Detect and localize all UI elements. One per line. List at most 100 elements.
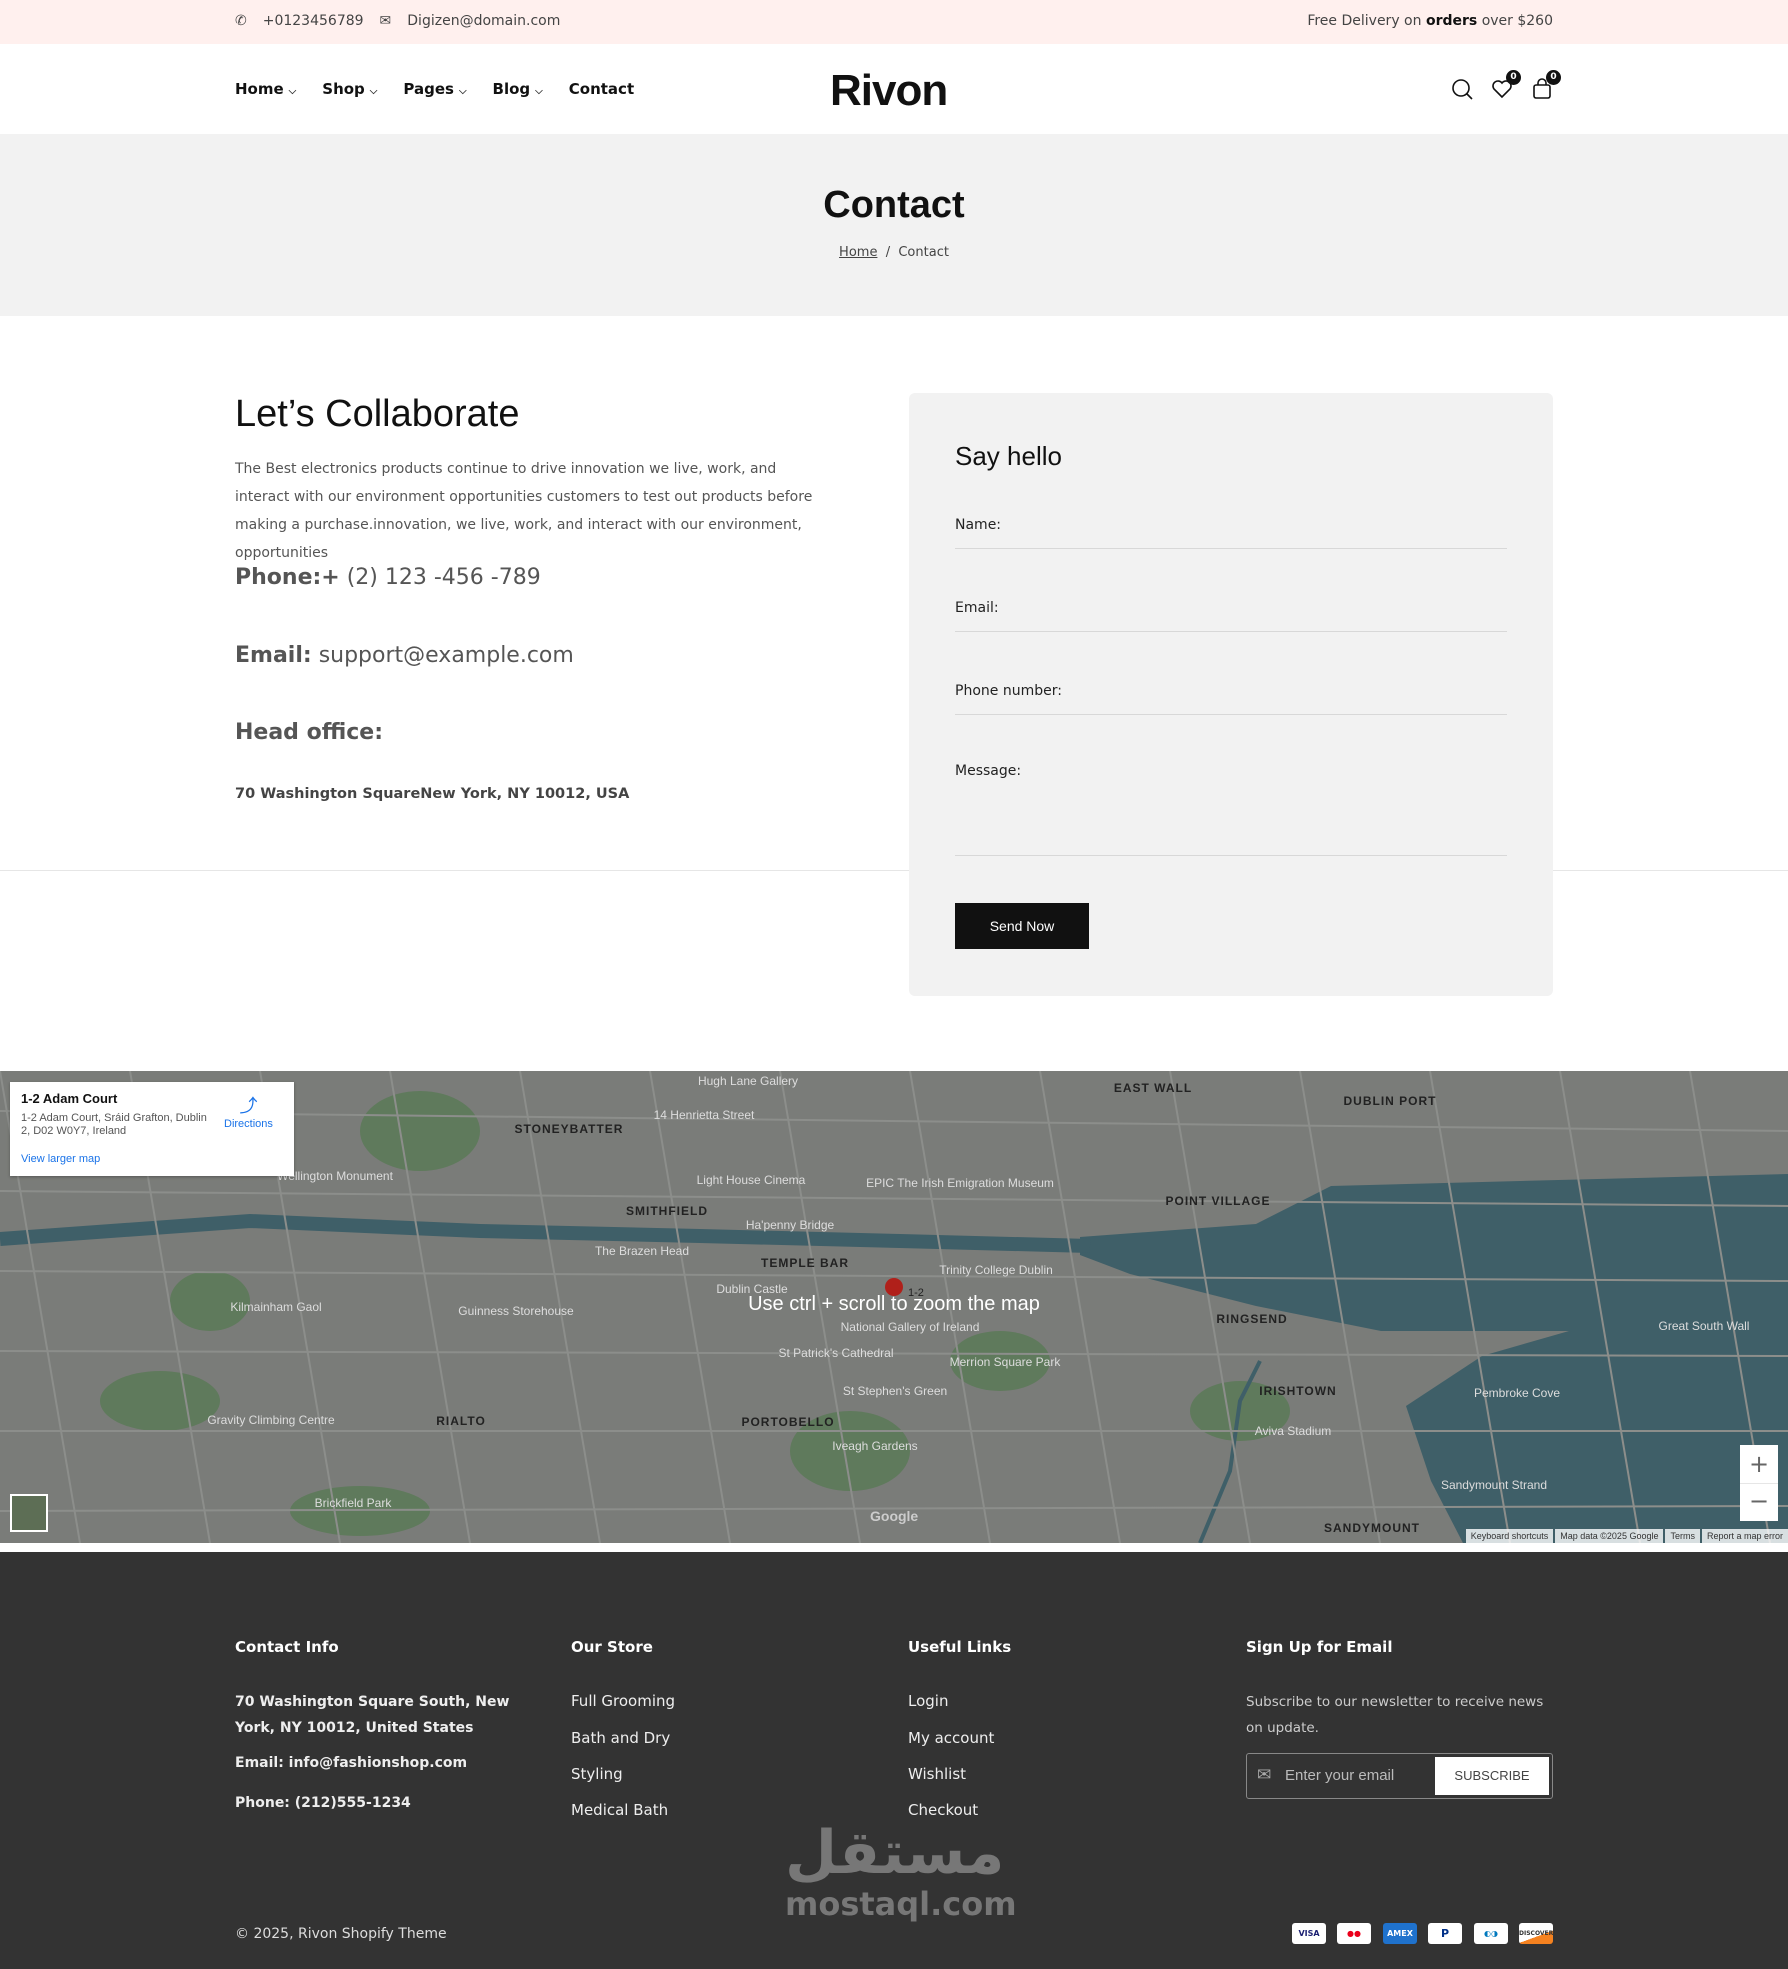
terms-link[interactable]: Terms: [1665, 1529, 1700, 1543]
map-label: Trinity College Dublin: [939, 1263, 1053, 1277]
message-field[interactable]: Message:: [955, 763, 1507, 856]
map-label: Wellington Monument: [277, 1169, 394, 1183]
map-label: Hugh Lane Gallery: [698, 1074, 798, 1088]
zoom-in-button[interactable]: +: [1740, 1445, 1778, 1483]
delivery-notice: Free Delivery on orders over $260: [1307, 13, 1553, 29]
footer-links-title: Useful Links: [908, 1638, 1012, 1656]
nav-label: Contact: [568, 80, 635, 98]
field-label: Message:: [955, 763, 1022, 779]
intro-paragraph: The Best electronics products continue t…: [235, 461, 813, 561]
footer-link-checkout[interactable]: Checkout: [908, 1801, 978, 1819]
nav-contact[interactable]: Contact: [569, 80, 634, 98]
mastercard-icon: ●●: [1337, 1923, 1371, 1944]
map-label: STONEYBATTER: [515, 1122, 624, 1136]
footer-link-account[interactable]: My account: [908, 1729, 994, 1747]
footer-store-link[interactable]: Medical Bath: [571, 1801, 668, 1819]
nav-home[interactable]: Home ⌵: [235, 80, 296, 98]
keyboard-shortcuts-link[interactable]: Keyboard shortcuts: [1465, 1529, 1554, 1543]
nav-pages[interactable]: Pages ⌵: [403, 80, 466, 98]
map-label: Great South Wall: [1659, 1319, 1750, 1333]
topbar-phone[interactable]: +0123456789: [263, 13, 364, 29]
nav-label: Shop: [322, 80, 365, 98]
footer: Contact Info 70 Washington Square South,…: [0, 1552, 1788, 1969]
email-label: Email:: [235, 643, 312, 668]
delivery-prefix: Free Delivery on: [1307, 13, 1422, 29]
logo[interactable]: Rivon: [830, 66, 948, 116]
email-info: Email: support@example.com: [235, 643, 574, 668]
office-info: Head office:: [235, 720, 383, 745]
map-label: SMITHFIELD: [626, 1204, 708, 1218]
page-title: Contact: [823, 184, 965, 226]
mail-icon: ✉: [379, 13, 392, 29]
nav-blog[interactable]: Blog ⌵: [493, 80, 543, 98]
breadcrumb: Home / Contact: [0, 245, 1788, 260]
directions-label: Directions: [224, 1118, 273, 1130]
office-address: 70 Washington SquareNew York, NY 10012, …: [235, 786, 630, 802]
footer-store-link[interactable]: Styling: [571, 1765, 623, 1783]
map-label: St Stephen's Green: [843, 1384, 947, 1398]
footer-store-link[interactable]: Full Grooming: [571, 1692, 675, 1710]
phone-icon: ✆: [235, 13, 247, 29]
map-label: DUBLIN PORT: [1344, 1094, 1437, 1108]
watermark-arabic: مستقل: [785, 1818, 1005, 1888]
directions-button[interactable]: ⤴ Directions: [224, 1092, 273, 1130]
mail-icon: ✉: [1257, 1765, 1272, 1785]
main-nav: Home ⌵ Shop ⌵ Pages ⌵ Blog ⌵ Contact: [235, 80, 634, 98]
office-label: Head office:: [235, 720, 383, 745]
search-icon[interactable]: [1451, 78, 1473, 100]
chevron-down-icon: ⌵: [369, 86, 378, 97]
footer-store-link[interactable]: Bath and Dry: [571, 1729, 670, 1747]
map-label: Iveagh Gardens: [832, 1439, 917, 1453]
footer-email[interactable]: Email: info@fashionshop.com: [235, 1755, 467, 1771]
map-label: The Brazen Head: [595, 1244, 689, 1258]
satellite-toggle[interactable]: [10, 1494, 48, 1532]
directions-icon: ⤴: [239, 1096, 258, 1116]
map-embed[interactable]: EAST WALL DUBLIN PORT STONEYBATTER SMITHFIE…: [0, 1071, 1788, 1543]
breadcrumb-sep: /: [885, 245, 891, 260]
phone-label: Phone:+: [235, 565, 340, 590]
breadcrumb-current: Contact: [898, 245, 949, 260]
footer-phone[interactable]: Phone: (212)555-1234: [235, 1795, 411, 1811]
breadcrumb-home[interactable]: Home: [839, 245, 877, 260]
nav-shop[interactable]: Shop ⌵: [322, 80, 377, 98]
place-address: 1-2 Adam Court, Sráid Grafton, Dublin 2,…: [21, 1112, 207, 1137]
send-button[interactable]: Send Now: [955, 903, 1089, 949]
nav-label: Pages: [403, 80, 454, 98]
map-label: St Patrick's Cathedral: [778, 1346, 893, 1360]
report-error-link[interactable]: Report a map error: [1701, 1529, 1788, 1543]
zoom-out-button[interactable]: −: [1740, 1483, 1778, 1521]
cart-icon[interactable]: 0: [1531, 70, 1561, 100]
map-label: TEMPLE BAR: [761, 1256, 849, 1270]
footer-link-wishlist[interactable]: Wishlist: [908, 1765, 966, 1783]
footer-address: 70 Washington Square South, New York, NY…: [235, 1694, 510, 1736]
topbar-email[interactable]: Digizen@domain.com: [407, 13, 560, 29]
mostaql-watermark: مستقل mostaql.com: [785, 1818, 1017, 1922]
map-scroll-hint: Use ctrl + scroll to zoom the map: [748, 1293, 1040, 1315]
map-park: [360, 1091, 480, 1171]
section-heading: Let’s Collaborate: [235, 393, 520, 435]
newsletter-email-input[interactable]: Enter your email: [1285, 1767, 1394, 1784]
map-attribution: Keyboard shortcuts Map data ©2025 Google…: [1465, 1529, 1788, 1543]
subscribe-button[interactable]: SUBSCRIBE: [1435, 1757, 1549, 1795]
phone-field[interactable]: Phone number:: [955, 683, 1507, 715]
map-label: Sandymount Strand: [1441, 1478, 1547, 1492]
newsletter-form: ✉ Enter your email SUBSCRIBE: [1246, 1753, 1553, 1799]
discover-icon: DISCOVER: [1519, 1923, 1553, 1944]
paypal-icon: P: [1428, 1923, 1462, 1944]
wishlist-icon[interactable]: 0: [1491, 70, 1521, 100]
map-label: Aviva Stadium: [1255, 1424, 1331, 1438]
delivery-bold: orders: [1425, 13, 1478, 29]
email-value[interactable]: support@example.com: [319, 643, 574, 668]
diners-icon: ◐◑: [1474, 1923, 1508, 1944]
name-field[interactable]: Name:: [955, 517, 1507, 549]
amex-icon: AMEX: [1383, 1923, 1417, 1944]
visa-icon: VISA: [1292, 1923, 1326, 1944]
place-card: 1-2 Adam Court 1-2 Adam Court, Sráid Gra…: [10, 1082, 294, 1176]
footer-link-login[interactable]: Login: [908, 1692, 948, 1710]
email-field[interactable]: Email:: [955, 600, 1507, 632]
view-larger-map-link[interactable]: View larger map: [21, 1153, 100, 1165]
map-park: [100, 1371, 220, 1431]
map-data-text: Map data ©2025 Google: [1555, 1529, 1664, 1543]
chevron-down-icon: ⌵: [458, 86, 467, 97]
wishlist-count: 0: [1506, 70, 1521, 85]
